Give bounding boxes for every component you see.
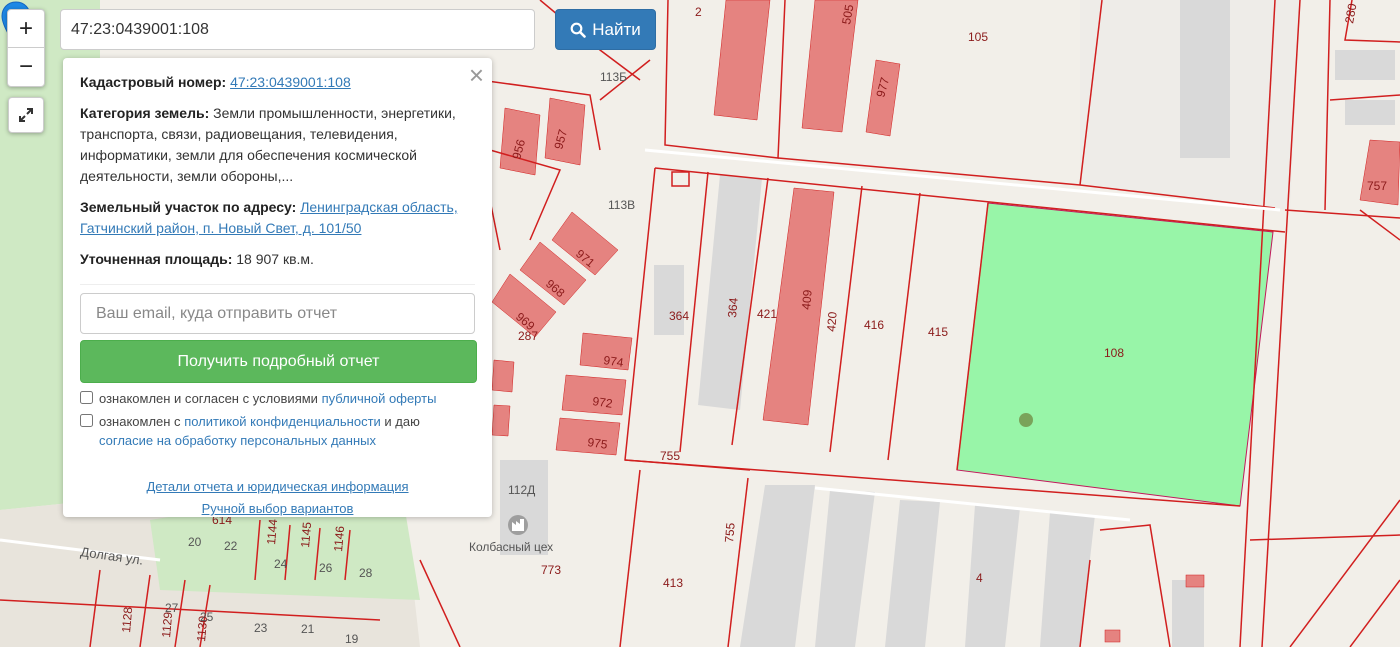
plot-label: 25 (200, 610, 214, 624)
plot-label: 19 (345, 632, 359, 646)
terms-checkbox-row: ознакомлен и согласен с условиями публич… (80, 389, 475, 408)
plot-label: 112Д (508, 483, 535, 497)
plot-label: 974 (603, 353, 625, 370)
public-offer-link[interactable]: публичной оферты (322, 391, 437, 406)
area-value: 18 907 кв.м. (236, 251, 314, 267)
plot-info-panel: × Кадастровый номер: 47:23:0439001:108 К… (63, 58, 492, 517)
fullscreen-button[interactable] (8, 97, 44, 133)
cadastral-number-label: Кадастровый номер: (80, 74, 227, 90)
plot-label: 1144 (264, 518, 280, 545)
plot-label: 415 (928, 325, 948, 339)
plot-label: 1146 (331, 525, 347, 552)
terms-checkbox[interactable] (80, 391, 93, 404)
report-details-link[interactable]: Детали отчета и юридическая информация (146, 476, 408, 498)
email-field[interactable] (80, 293, 475, 334)
terms-text: ознакомлен и согласен с условиями (99, 391, 318, 406)
cadastral-number-row: Кадастровый номер: 47:23:0439001:108 (80, 72, 475, 93)
panel-footer-links: Детали отчета и юридическая информация Р… (80, 476, 475, 520)
plot-label: 416 (864, 318, 884, 332)
expand-icon (19, 108, 33, 122)
cadastral-number-link[interactable]: 47:23:0439001:108 (230, 74, 351, 90)
plot-label: 1128 (119, 606, 135, 633)
plot-label: 364 (669, 309, 689, 323)
plot-label: 287 (518, 329, 538, 343)
selected-plot-label: 108 (1104, 346, 1124, 360)
close-icon[interactable]: × (469, 62, 484, 88)
plot-label: 4 (976, 571, 983, 585)
address-row: Земельный участок по адресу: Ленинградск… (80, 197, 475, 239)
zoom-out-button[interactable]: − (8, 47, 44, 85)
plot-label: 421 (757, 307, 777, 321)
plot-label: 409 (799, 289, 815, 310)
plot-label: 755 (722, 522, 738, 543)
plot-label: 105 (968, 30, 988, 44)
factory-icon (508, 515, 528, 535)
plot-label: 21 (301, 622, 315, 636)
plot-label: 27 (165, 601, 179, 615)
plot-label: 22 (224, 539, 238, 553)
land-category-row: Категория земель: Земли промышленности, … (80, 103, 475, 187)
poi-label-sausage-factory: Колбасный цех (469, 540, 553, 554)
search-icon (570, 22, 587, 38)
search-button-label: Найти (592, 19, 641, 39)
privacy-text: ознакомлен с (99, 414, 181, 429)
plot-label: 2 (695, 5, 702, 19)
plot-label: 755 (660, 449, 680, 463)
plot-label: 364 (725, 297, 741, 318)
plot-label: 24 (274, 557, 288, 571)
plot-label: 413 (663, 576, 683, 590)
plot-label: 23 (254, 621, 268, 635)
plot-label: 420 (824, 311, 840, 332)
privacy-policy-link[interactable]: политикой конфиденциальности (184, 414, 381, 429)
terms-text-wrap: ознакомлен и согласен с условиями публич… (99, 389, 436, 408)
plot-label: 773 (541, 563, 561, 577)
plot-label: 28 (359, 566, 373, 580)
search-button[interactable]: Найти (555, 9, 656, 50)
plot-label: 26 (319, 561, 333, 575)
privacy-text-2: и даю (384, 414, 420, 429)
plot-label: 113В (608, 198, 635, 212)
area-label: Уточненная площадь: (80, 251, 233, 267)
manual-selection-link[interactable]: Ручной выбор вариантов (202, 498, 354, 520)
plot-label: 975 (587, 435, 609, 452)
zoom-control: + − (7, 9, 45, 87)
plot-label: 1129 (159, 611, 175, 638)
privacy-checkbox[interactable] (80, 414, 93, 427)
land-category-label: Категория земель: (80, 105, 210, 121)
area-row: Уточненная площадь: 18 907 кв.м. (80, 249, 475, 270)
privacy-checkbox-row: ознакомлен с политикой конфиденциальност… (80, 412, 475, 450)
search-input[interactable] (60, 9, 535, 50)
address-label: Земельный участок по адресу: (80, 199, 297, 215)
zoom-in-button[interactable]: + (8, 10, 44, 47)
personal-data-consent-link[interactable]: согласие на обработку персональных данны… (99, 433, 376, 448)
plot-label: 113Б (600, 70, 627, 84)
plot-label: 1145 (298, 521, 314, 548)
plot-label: 757 (1367, 179, 1387, 193)
plot-label: 972 (592, 394, 614, 411)
plot-label: 20 (188, 535, 202, 549)
get-report-button[interactable]: Получить подробный отчет (80, 340, 477, 383)
privacy-text-wrap: ознакомлен с политикой конфиденциальност… (99, 412, 475, 450)
